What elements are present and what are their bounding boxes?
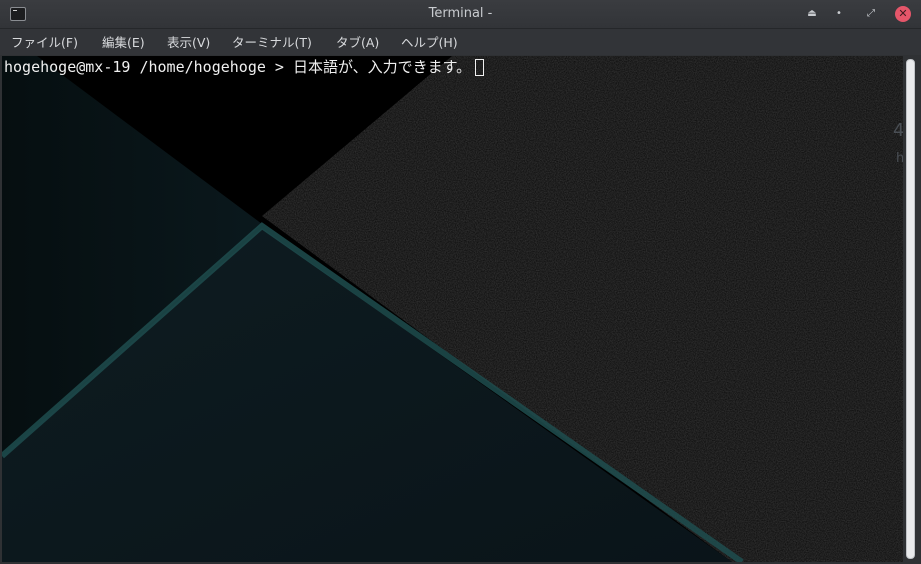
terminal-area[interactable]: 4 h hogehoge@mx-19 /home/hogehoge > 日本語が…: [2, 56, 903, 562]
menu-help[interactable]: ヘルプ(H): [401, 34, 458, 51]
menu-tabs[interactable]: タブ(A): [336, 34, 379, 51]
scrollbar-thumb[interactable]: [906, 59, 915, 559]
menu-file[interactable]: ファイル(F): [11, 34, 78, 51]
shell-prompt: hogehoge@mx-19 /home/hogehoge >: [4, 58, 293, 76]
close-button[interactable]: ✕: [895, 6, 911, 22]
minimize-button[interactable]: •: [831, 6, 847, 22]
menu-bar: ファイル(F) 編集(E) 表示(V) ターミナル(T) タブ(A) ヘルプ(H…: [0, 29, 921, 55]
wallpaper-partial-text: h: [896, 151, 903, 166]
close-icon: ✕: [898, 7, 908, 20]
shade-button[interactable]: ⏏: [804, 6, 820, 22]
text-cursor: [475, 58, 485, 76]
menu-view[interactable]: 表示(V): [167, 34, 210, 51]
menu-terminal[interactable]: ターミナル(T): [232, 34, 312, 51]
minimize-icon: •: [836, 8, 842, 19]
window-title: Terminal -: [428, 6, 493, 21]
menu-edit[interactable]: 編集(E): [102, 34, 145, 51]
maximize-icon: ⤢: [867, 8, 875, 19]
command-line: hogehoge@mx-19 /home/hogehoge > 日本語が、入力で…: [4, 57, 485, 77]
terminal-icon[interactable]: [10, 7, 26, 21]
command-input-text: 日本語が、入力できます。: [292, 58, 472, 76]
terminal-window: Terminal - ⏏ • ⤢ ✕ ファイル(F) 編集(E) 表示(V) タ…: [0, 0, 921, 564]
wallpaper-partial-text: 4: [893, 120, 903, 141]
title-bar[interactable]: Terminal - ⏏ • ⤢ ✕: [0, 0, 921, 29]
desktop-wallpaper: [2, 56, 903, 562]
shade-icon: ⏏: [807, 8, 817, 19]
scrollbar[interactable]: [903, 56, 919, 562]
maximize-button[interactable]: ⤢: [863, 6, 879, 22]
